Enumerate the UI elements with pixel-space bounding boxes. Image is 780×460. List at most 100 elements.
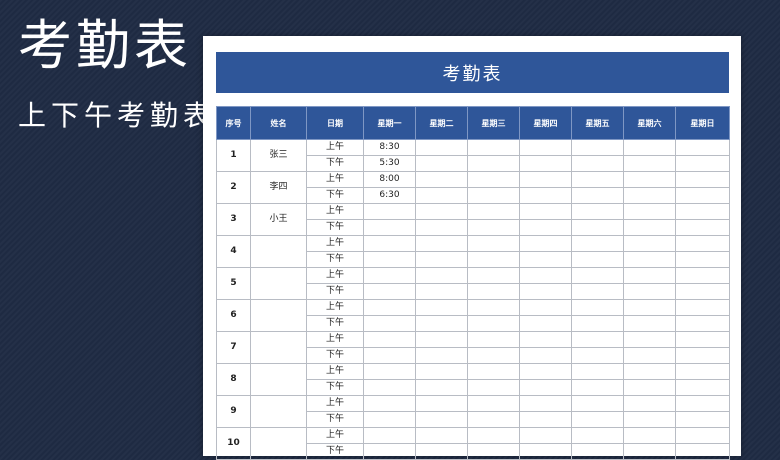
time-cell[interactable] <box>467 171 520 188</box>
time-cell[interactable] <box>675 187 730 204</box>
time-cell[interactable] <box>675 299 730 316</box>
time-cell[interactable] <box>675 347 730 364</box>
time-cell[interactable] <box>363 379 416 396</box>
time-cell[interactable] <box>363 299 416 316</box>
time-cell[interactable] <box>363 363 416 380</box>
time-cell[interactable] <box>675 427 730 444</box>
time-cell[interactable]: 8:00 <box>363 171 416 188</box>
time-cell[interactable] <box>467 331 520 348</box>
time-cell[interactable] <box>519 251 572 268</box>
time-cell[interactable] <box>571 427 624 444</box>
time-cell[interactable] <box>675 379 730 396</box>
time-cell[interactable] <box>415 363 468 380</box>
time-cell[interactable] <box>623 411 676 428</box>
time-cell[interactable] <box>623 171 676 188</box>
time-cell[interactable] <box>363 347 416 364</box>
time-cell[interactable] <box>623 379 676 396</box>
time-cell[interactable] <box>415 347 468 364</box>
time-cell[interactable] <box>415 299 468 316</box>
time-cell[interactable] <box>675 331 730 348</box>
time-cell[interactable] <box>623 155 676 172</box>
time-cell[interactable] <box>467 347 520 364</box>
time-cell[interactable] <box>623 363 676 380</box>
time-cell[interactable] <box>623 427 676 444</box>
time-cell[interactable] <box>467 443 520 460</box>
employee-name-cell[interactable] <box>250 299 307 332</box>
time-cell[interactable] <box>623 235 676 252</box>
time-cell[interactable] <box>519 331 572 348</box>
time-cell[interactable] <box>519 171 572 188</box>
time-cell[interactable] <box>675 235 730 252</box>
time-cell[interactable] <box>571 235 624 252</box>
time-cell[interactable] <box>467 395 520 412</box>
time-cell[interactable] <box>363 411 416 428</box>
time-cell[interactable] <box>623 331 676 348</box>
time-cell[interactable] <box>415 443 468 460</box>
time-cell[interactable] <box>415 203 468 220</box>
time-cell[interactable] <box>519 315 572 332</box>
time-cell[interactable] <box>623 267 676 284</box>
time-cell[interactable] <box>675 155 730 172</box>
time-cell[interactable] <box>415 379 468 396</box>
time-cell[interactable] <box>519 187 572 204</box>
time-cell[interactable] <box>415 395 468 412</box>
time-cell[interactable] <box>415 283 468 300</box>
time-cell[interactable] <box>467 427 520 444</box>
time-cell[interactable] <box>675 443 730 460</box>
time-cell[interactable] <box>363 267 416 284</box>
time-cell[interactable]: 6:30 <box>363 187 416 204</box>
time-cell[interactable] <box>363 395 416 412</box>
time-cell[interactable] <box>519 379 572 396</box>
time-cell[interactable] <box>571 219 624 236</box>
time-cell[interactable] <box>467 411 520 428</box>
time-cell[interactable] <box>467 283 520 300</box>
time-cell[interactable] <box>467 379 520 396</box>
time-cell[interactable] <box>363 427 416 444</box>
time-cell[interactable] <box>623 315 676 332</box>
time-cell[interactable] <box>415 235 468 252</box>
time-cell[interactable] <box>519 283 572 300</box>
time-cell[interactable] <box>519 427 572 444</box>
time-cell[interactable] <box>571 395 624 412</box>
time-cell[interactable] <box>571 187 624 204</box>
employee-name-cell[interactable]: 小王 <box>250 203 307 236</box>
time-cell[interactable] <box>571 347 624 364</box>
time-cell[interactable] <box>519 395 572 412</box>
time-cell[interactable] <box>675 251 730 268</box>
time-cell[interactable] <box>467 203 520 220</box>
time-cell[interactable] <box>571 251 624 268</box>
time-cell[interactable] <box>519 299 572 316</box>
time-cell[interactable] <box>675 395 730 412</box>
time-cell[interactable] <box>519 347 572 364</box>
employee-name-cell[interactable] <box>250 427 307 460</box>
time-cell[interactable] <box>415 139 468 156</box>
time-cell[interactable] <box>675 283 730 300</box>
time-cell[interactable] <box>363 235 416 252</box>
time-cell[interactable] <box>571 315 624 332</box>
time-cell[interactable] <box>467 235 520 252</box>
employee-name-cell[interactable] <box>250 395 307 428</box>
time-cell[interactable] <box>363 315 416 332</box>
time-cell[interactable] <box>519 443 572 460</box>
time-cell[interactable] <box>623 139 676 156</box>
time-cell[interactable] <box>363 331 416 348</box>
time-cell[interactable] <box>675 171 730 188</box>
time-cell[interactable] <box>415 427 468 444</box>
time-cell[interactable] <box>467 187 520 204</box>
time-cell[interactable] <box>571 443 624 460</box>
time-cell[interactable] <box>571 299 624 316</box>
time-cell[interactable] <box>519 219 572 236</box>
time-cell[interactable] <box>571 379 624 396</box>
time-cell[interactable] <box>415 155 468 172</box>
employee-name-cell[interactable] <box>250 363 307 396</box>
time-cell[interactable] <box>415 331 468 348</box>
time-cell[interactable] <box>467 251 520 268</box>
time-cell[interactable] <box>415 267 468 284</box>
time-cell[interactable] <box>415 219 468 236</box>
time-cell[interactable] <box>519 363 572 380</box>
time-cell[interactable] <box>571 411 624 428</box>
time-cell[interactable] <box>623 203 676 220</box>
time-cell[interactable] <box>675 203 730 220</box>
time-cell[interactable] <box>467 219 520 236</box>
time-cell[interactable] <box>623 251 676 268</box>
